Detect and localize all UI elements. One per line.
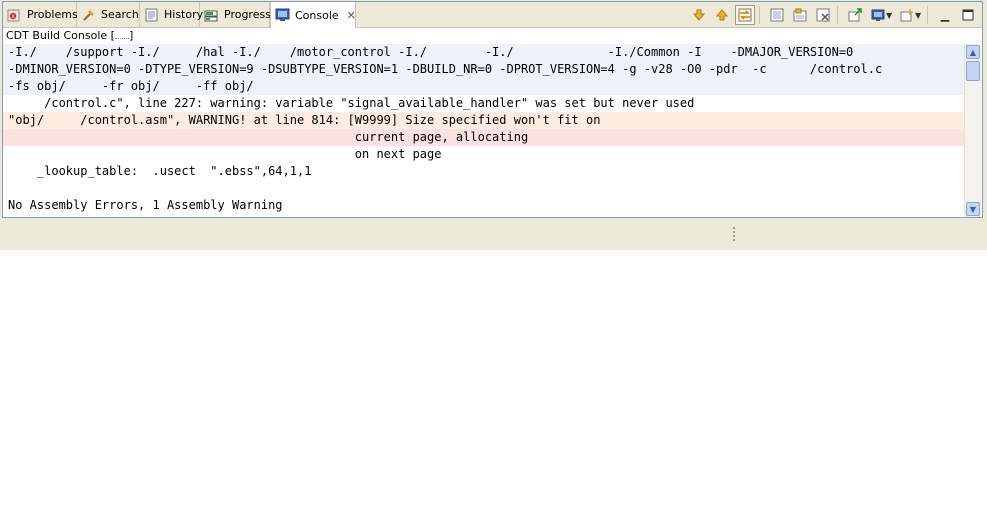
console-panel-frame: x Problems Search History Progress Conso… — [0, 0, 987, 250]
output-line: -DMINOR_VERSION=0 -DTYPE_VERSION=9 -DSUB… — [8, 62, 883, 76]
clear-console-icon[interactable] — [767, 5, 787, 25]
status-bar — [0, 218, 987, 250]
status-bar-grip[interactable] — [733, 227, 736, 241]
scroll-lock-icon[interactable] — [735, 5, 755, 25]
maximize-icon[interactable] — [958, 5, 978, 25]
console-toolbar: ▼ ▼ ▁ — [686, 4, 978, 26]
tab-problems[interactable]: x Problems — [3, 2, 78, 27]
tab-search[interactable]: Search — [77, 2, 140, 27]
pin-console-icon[interactable] — [790, 5, 810, 25]
scroll-down-arrow-icon[interactable]: ▼ — [966, 202, 980, 216]
view-tab-bar: x Problems Search History Progress Conso… — [3, 2, 982, 28]
remove-launch-icon[interactable] — [813, 5, 833, 25]
redacted-block — [114, 30, 129, 39]
output-line: on next page — [8, 147, 442, 161]
output-line: /control.c", line 227: warning: variable… — [8, 96, 695, 110]
console-name-suffix: ] — [128, 29, 134, 42]
chevron-down-icon[interactable]: ▼ — [886, 11, 894, 20]
tab-label: Problems — [27, 8, 78, 21]
scroll-up-arrow-icon[interactable]: ▲ — [966, 45, 980, 59]
search-icon — [81, 7, 97, 23]
svg-text:x: x — [11, 13, 15, 20]
vertical-scrollbar[interactable]: ▲ ▼ — [964, 44, 981, 217]
tab-label: Search — [101, 8, 139, 21]
tab-label: History — [164, 8, 204, 21]
console-output[interactable]: -I./ /support -I./ /hal -I./ /motor_cont… — [3, 44, 964, 217]
output-line: -I./ /support -I./ /hal -I./ /motor_cont… — [8, 45, 854, 59]
scrollbar-thumb[interactable] — [966, 61, 980, 81]
output-line: No Assembly Errors, 1 Assembly Warning — [8, 198, 283, 212]
new-console-icon[interactable] — [897, 5, 917, 25]
scroll-down-icon[interactable] — [689, 5, 709, 25]
console-name-label: CDT Build Console [] — [3, 28, 982, 44]
tab-history[interactable]: History — [140, 2, 204, 27]
tab-label: Console — [295, 8, 339, 22]
scroll-up-icon[interactable] — [712, 5, 732, 25]
toolbar-separator — [927, 6, 928, 24]
display-console-icon[interactable] — [868, 5, 888, 25]
tab-label: Progress — [224, 8, 271, 21]
output-line: _lookup_table: .usect ".ebss",64,1,1 — [8, 164, 312, 178]
problems-icon: x — [7, 7, 23, 23]
output-line: -fs obj/ -fr obj/ -ff obj/ — [8, 79, 254, 93]
progress-icon — [204, 7, 220, 23]
open-console-icon[interactable] — [845, 5, 865, 25]
minimize-icon[interactable]: ▁ — [935, 5, 955, 25]
console-view: x Problems Search History Progress Conso… — [2, 1, 983, 218]
tab-progress[interactable]: Progress — [200, 2, 271, 27]
console-name-text: CDT Build Console [ — [6, 29, 115, 42]
output-line: current page, allocating — [8, 130, 529, 144]
tab-console[interactable]: Console ✕ — [270, 2, 356, 28]
close-icon[interactable]: ✕ — [347, 9, 356, 22]
toolbar-separator — [837, 6, 838, 24]
output-line: "obj/ /control.asm", WARNING! at line 81… — [8, 113, 601, 127]
toolbar-separator — [759, 6, 760, 24]
console-icon — [275, 7, 291, 23]
chevron-down-icon[interactable]: ▼ — [915, 11, 923, 20]
history-icon — [144, 7, 160, 23]
